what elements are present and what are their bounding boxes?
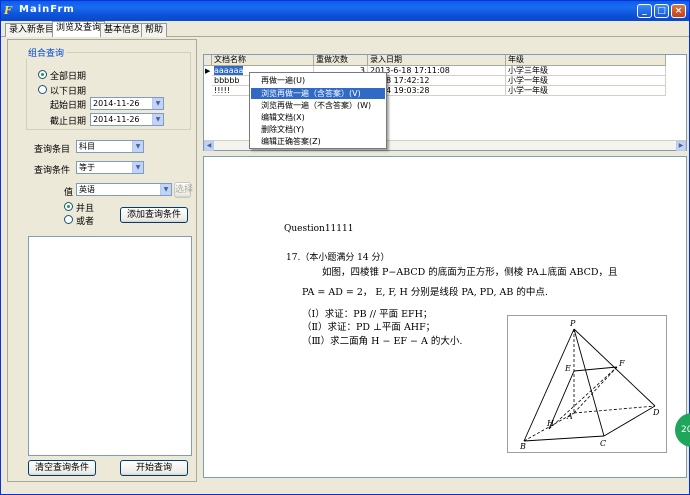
select-value-button[interactable]: 选择 xyxy=(174,182,193,198)
condition-label: 查询条件 xyxy=(34,166,71,176)
below-dates-radio[interactable] xyxy=(38,85,47,94)
menu-item-browse-with-answers[interactable]: 浏览再做一遍（含答案）(V) xyxy=(251,88,385,99)
start-query-button[interactable]: 开始查询 xyxy=(120,460,188,476)
table-row-cell[interactable]: -6-24 19:03:28 xyxy=(368,86,506,96)
tab-basic-info[interactable]: 基本信息 xyxy=(100,23,145,37)
question-part-3: （Ⅲ）求二面角 H − EF − A 的大小. xyxy=(302,336,463,347)
table-row-cell[interactable]: 小学一年级 xyxy=(506,76,666,86)
value-label: 值 xyxy=(64,188,74,198)
clear-conditions-button[interactable]: 清空查询条件 xyxy=(28,460,96,476)
selected-cell-text: aaaaaa xyxy=(214,66,244,75)
row-header-corner xyxy=(204,55,212,66)
column-header[interactable]: 录入日期 xyxy=(368,55,506,66)
end-date-value: 2014-11-26 xyxy=(93,115,140,124)
condition-select[interactable]: 等于 ▼ xyxy=(76,161,144,174)
below-dates-label: 以下日期 xyxy=(50,87,87,97)
question-text-line2: PA = AD = 2， E, F, H 分别是线段 PA, PD, AB 的中… xyxy=(302,287,548,298)
start-date-value: 2014-11-26 xyxy=(93,99,140,108)
or-radio[interactable] xyxy=(64,215,73,224)
column-header[interactable]: 重做次数 xyxy=(314,55,368,66)
query-panel: 组合查询 全部日期 以下日期 起始日期 2014-11-26 ▼ 截止日期 201… xyxy=(7,39,197,482)
value-value: 英语 xyxy=(79,185,95,194)
scroll-left-icon[interactable]: ◀ xyxy=(204,141,214,151)
group-title: 组合查询 xyxy=(26,46,67,59)
field-label: 查询条目 xyxy=(34,145,71,155)
table-row-cell[interactable]: 小学一年级 xyxy=(506,86,666,96)
value-select[interactable]: 英语 ▼ xyxy=(76,183,172,196)
tab-new-entry[interactable]: 录入新条目 xyxy=(5,23,59,37)
scroll-right-icon[interactable]: ▶ xyxy=(676,141,686,151)
document-preview[interactable]: Question11111 17.（本小题满分 14 分） 如图，四棱锥 P−A… xyxy=(203,156,687,478)
question-part-1: （Ⅰ）求证：PB // 平面 EFH； xyxy=(302,309,433,320)
menu-item-edit-answer[interactable]: 编辑正确答案(Z) xyxy=(251,136,385,147)
column-header[interactable]: 文档名称 xyxy=(212,55,314,66)
column-header[interactable]: 年级 xyxy=(506,55,666,66)
condition-value: 等于 xyxy=(79,163,95,172)
all-dates-label: 全部日期 xyxy=(50,72,87,82)
vertex-label-h: H xyxy=(546,419,555,428)
vertex-label-e: E xyxy=(564,364,571,373)
question-number: 17.（本小题满分 14 分） xyxy=(286,253,390,263)
and-label: 并且 xyxy=(76,204,95,214)
add-condition-button[interactable]: 添加查询条件 xyxy=(120,207,188,223)
condition-list[interactable] xyxy=(28,236,192,456)
end-date-picker[interactable]: 2014-11-26 ▼ xyxy=(90,113,164,126)
menu-item-browse-without-answers[interactable]: 浏览再做一遍（不含答案）(W) xyxy=(251,100,385,111)
vertex-label-f: F xyxy=(618,359,625,368)
end-date-label: 截止日期 xyxy=(50,117,87,127)
table-row-cell[interactable]: -6-18 17:42:12 xyxy=(368,76,506,86)
tab-browse-query[interactable]: 浏览及查询 xyxy=(52,21,106,37)
vertex-label-d: D xyxy=(652,408,660,417)
current-row-arrow-icon: ▶ xyxy=(205,67,211,75)
vertex-label-b: B xyxy=(519,442,526,451)
close-button[interactable]: × xyxy=(671,4,686,18)
and-radio[interactable] xyxy=(64,202,73,211)
vertex-label-p: P xyxy=(569,319,576,328)
question-title: Question11111 xyxy=(284,224,354,234)
chevron-down-icon[interactable]: ▼ xyxy=(132,162,143,173)
menu-item-edit-doc[interactable]: 编辑文档(X) xyxy=(251,112,385,123)
all-dates-radio[interactable] xyxy=(38,70,47,79)
main-window: F MainFrm _ □ × 录入新条目 浏览及查询 基本信息 帮助 组合查询… xyxy=(0,0,690,495)
field-value: 科目 xyxy=(79,142,95,151)
context-menu: 再做一遍(U) 浏览再做一遍（含答案）(V) 浏览再做一遍（不含答案）(W) 编… xyxy=(249,72,387,149)
field-select[interactable]: 科目 ▼ xyxy=(76,140,144,153)
chevron-down-icon[interactable]: ▼ xyxy=(152,98,163,109)
maximize-button[interactable]: □ xyxy=(654,4,669,18)
chevron-down-icon[interactable]: ▼ xyxy=(132,141,143,152)
chevron-down-icon[interactable]: ▼ xyxy=(160,184,171,195)
table-row-cell[interactable]: 2013-6-18 17:11:08 xyxy=(368,66,506,76)
menu-item-redo[interactable]: 再做一遍(U) xyxy=(251,75,385,86)
table-row-cell[interactable]: 小学三年级 xyxy=(506,66,666,76)
window-title: MainFrm xyxy=(19,4,75,15)
or-label: 或者 xyxy=(76,217,95,227)
pyramid-figure: P E F A D H B C xyxy=(507,315,667,453)
tab-help[interactable]: 帮助 xyxy=(141,23,168,37)
question-text-line1: 如图，四棱锥 P−ABCD 的底面为正方形，侧棱 PA⊥底面 ABCD，且 xyxy=(322,267,618,278)
app-icon: F xyxy=(4,4,12,17)
title-bar[interactable]: F MainFrm _ □ × xyxy=(1,1,689,21)
start-date-picker[interactable]: 2014-11-26 ▼ xyxy=(90,97,164,110)
vertex-label-a: A xyxy=(566,412,573,421)
minimize-button[interactable]: _ xyxy=(637,4,652,18)
start-date-label: 起始日期 xyxy=(50,101,87,111)
menu-item-delete-doc[interactable]: 删除文档(Y) xyxy=(251,124,385,135)
question-part-2: （Ⅱ）求证：PD ⊥平面 AHF； xyxy=(302,322,436,333)
chevron-down-icon[interactable]: ▼ xyxy=(152,114,163,125)
vertex-label-c: C xyxy=(600,439,606,448)
